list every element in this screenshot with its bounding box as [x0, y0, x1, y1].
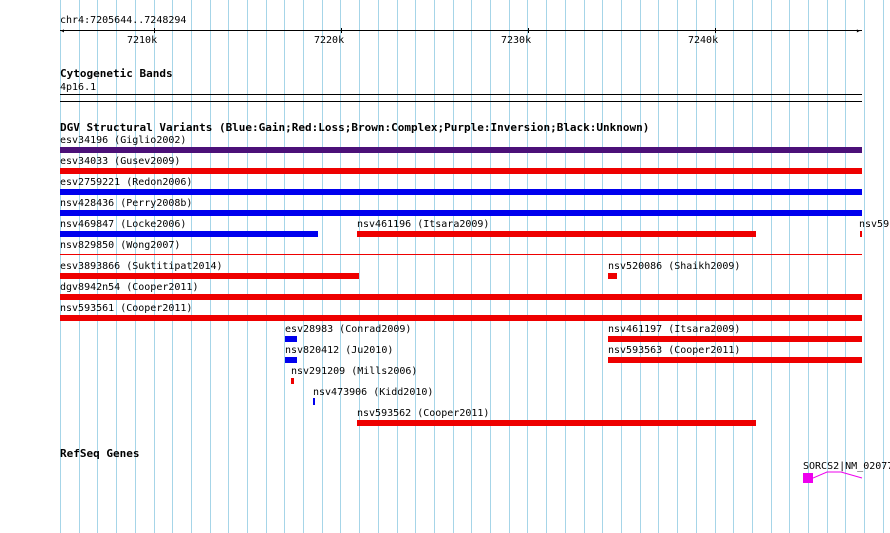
grid-line: [771, 0, 772, 533]
grid-line: [527, 0, 528, 533]
variant-label[interactable]: nsv291209 (Mills2006): [291, 366, 417, 377]
ruler-tick: [154, 28, 155, 33]
variant-label[interactable]: nsv820412 (Ju2010): [285, 345, 393, 356]
variant-bar[interactable]: [60, 210, 862, 216]
ruler-tick: [341, 28, 342, 33]
ruler-axis-line: [60, 30, 862, 31]
grid-line: [864, 0, 865, 533]
refseq-track-title: RefSeq Genes: [60, 447, 140, 460]
ruler-tick-label: 7210k: [127, 35, 158, 46]
variant-bar[interactable]: [313, 398, 315, 405]
grid-line: [397, 0, 398, 533]
variant-bar[interactable]: [60, 231, 318, 237]
grid-line: [340, 0, 341, 533]
variant-label[interactable]: nsv593562 (Cooper2011): [357, 408, 489, 419]
grid-line: [584, 0, 585, 533]
grid-line: [453, 0, 454, 533]
variant-label[interactable]: nsv473906 (Kidd2010): [313, 387, 433, 398]
variant-label[interactable]: nsv428436 (Perry2008b): [60, 198, 192, 209]
grid-line: [303, 0, 304, 533]
grid-line: [827, 0, 828, 533]
variant-bar[interactable]: [60, 315, 862, 321]
dgv-track-title: DGV Structural Variants (Blue:Gain;Red:L…: [60, 121, 650, 134]
variant-bar[interactable]: [60, 273, 359, 279]
grid-line: [602, 0, 603, 533]
grid-line: [228, 0, 229, 533]
variant-label[interactable]: esv34033 (Gusev2009): [60, 156, 180, 167]
variant-label[interactable]: dgv8942n54 (Cooper2011): [60, 282, 198, 293]
variant-bar[interactable]: [60, 254, 862, 255]
grid-line: [845, 0, 846, 533]
cytoband-outline-bottom: [60, 101, 862, 102]
variant-bar[interactable]: [291, 378, 294, 384]
ruler-position-label: chr4:7205644..7248294: [60, 15, 187, 26]
variant-bar[interactable]: [357, 231, 756, 237]
grid-line: [284, 0, 285, 533]
variant-label[interactable]: nsv469847 (Locke2006): [60, 219, 186, 230]
grid-line: [565, 0, 566, 533]
ruler-left-arrow-icon: ◂: [60, 26, 65, 35]
variant-bar[interactable]: [860, 231, 862, 237]
variant-bar[interactable]: [60, 189, 862, 195]
grid-line: [509, 0, 510, 533]
gene-intron-link[interactable]: [813, 470, 863, 482]
variant-bar[interactable]: [60, 147, 862, 153]
ruler-tick: [715, 28, 716, 33]
grid-line: [883, 0, 884, 533]
genome-browser-view: chr4:7205644..7248294 ◂ ▸ 7210k 7220k 72…: [0, 0, 890, 533]
grid-line: [322, 0, 323, 533]
grid-line: [789, 0, 790, 533]
variant-label[interactable]: nsv520086 (Shaikh2009): [608, 261, 740, 272]
grid-line: [808, 0, 809, 533]
grid-line: [752, 0, 753, 533]
variant-label[interactable]: nsv593563 (Cooper2011): [608, 345, 740, 356]
variant-label[interactable]: nsv593561 (Cooper2011): [60, 303, 192, 314]
variant-label[interactable]: esv3893866 (Suktitipat2014): [60, 261, 223, 272]
grid-line: [266, 0, 267, 533]
variant-label[interactable]: esv2759221 (Redon2006): [60, 177, 192, 188]
ruler-tick-label: 7230k: [501, 35, 532, 46]
cytoband-label: 4p16.1: [60, 82, 97, 93]
variant-bar[interactable]: [285, 357, 297, 363]
ruler-tick-label: 7240k: [688, 35, 719, 46]
ruler-right-arrow-icon: ▸: [856, 26, 861, 35]
variant-label[interactable]: nsv461197 (Itsara2009): [608, 324, 740, 335]
variant-label[interactable]: esv34196 (Giglio2002): [60, 135, 186, 146]
cytoband-track-title: Cytogenetic Bands: [60, 67, 173, 80]
variant-label[interactable]: nsv59: [859, 219, 889, 230]
grid-line: [546, 0, 547, 533]
grid-line: [359, 0, 360, 533]
grid-line: [434, 0, 435, 533]
ruler-tick-label: 7220k: [314, 35, 345, 46]
variant-bar[interactable]: [608, 336, 862, 342]
variant-bar[interactable]: [357, 420, 756, 426]
variant-bar[interactable]: [608, 273, 617, 279]
variant-bar[interactable]: [60, 168, 862, 174]
variant-bar[interactable]: [285, 336, 297, 342]
variant-bar[interactable]: [60, 294, 862, 300]
variant-bar[interactable]: [608, 357, 862, 363]
grid-line: [378, 0, 379, 533]
gene-exon-block[interactable]: [803, 473, 813, 483]
grid-line: [247, 0, 248, 533]
ruler-tick: [528, 28, 529, 33]
variant-label[interactable]: esv28983 (Conrad2009): [285, 324, 411, 335]
grid-line: [471, 0, 472, 533]
grid-line: [415, 0, 416, 533]
variant-label[interactable]: nsv461196 (Itsara2009): [357, 219, 489, 230]
variant-label[interactable]: nsv829850 (Wong2007): [60, 240, 180, 251]
cytoband-outline-top: [60, 94, 862, 95]
grid-line: [490, 0, 491, 533]
